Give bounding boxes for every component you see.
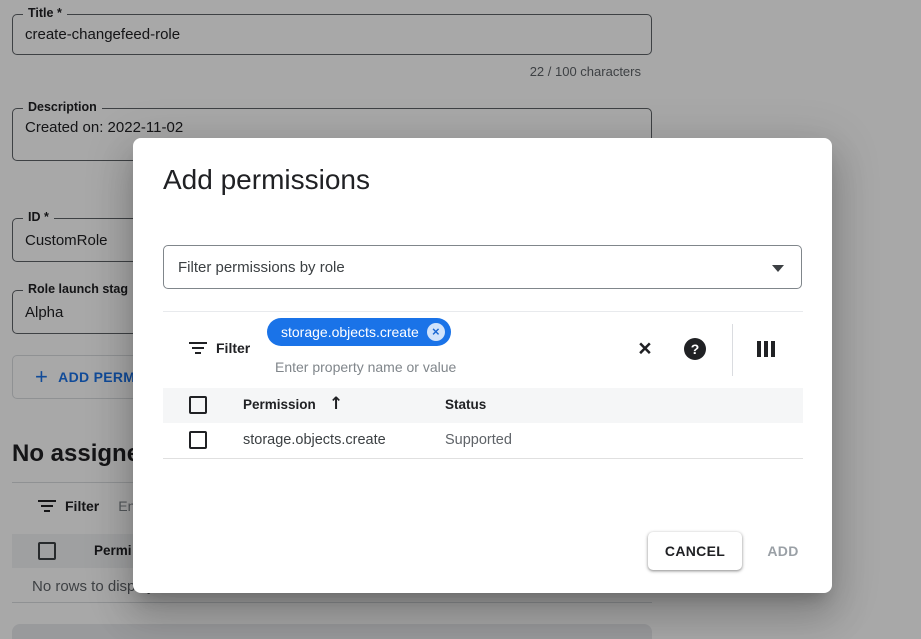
status-cell: Supported [445,432,512,448]
filter-icon [189,341,207,355]
permissions-table-header-row: Permission ↑ Status [163,388,803,423]
permissions-filter-toolbar: Filter storage.objects.create × Enter pr… [163,311,803,388]
permissions-table: Permission ↑ Status storage.objects.crea… [163,388,803,459]
filter-permissions-by-role-select[interactable]: Filter permissions by role [163,245,802,289]
filter-input[interactable]: Enter property name or value [275,359,456,375]
filter-button[interactable]: Filter [189,340,250,356]
permission-column-header[interactable]: Permission [243,397,316,412]
chevron-down-icon [772,265,784,272]
status-column-header[interactable]: Status [445,397,486,412]
dialog-title: Add permissions [163,164,370,196]
add-permissions-dialog: Add permissions Filter permissions by ro… [133,138,832,593]
clear-filters-icon[interactable]: × [631,334,659,362]
row-checkbox[interactable] [189,431,207,449]
help-icon[interactable]: ? [684,338,706,360]
chip-remove-icon[interactable]: × [427,323,445,341]
filter-chip-storage-objects-create[interactable]: storage.objects.create × [267,318,451,346]
permission-cell: storage.objects.create [243,432,386,448]
add-button[interactable]: ADD [759,532,807,570]
column-display-options-icon[interactable] [757,341,775,357]
filter-label: Filter [216,340,250,356]
sort-ascending-icon[interactable]: ↑ [329,394,343,414]
cancel-button[interactable]: CANCEL [648,532,742,570]
table-row: storage.objects.create Supported [163,423,803,459]
toolbar-divider [732,324,733,376]
role-filter-placeholder: Filter permissions by role [178,259,345,276]
filter-chip-label: storage.objects.create [281,324,419,340]
select-all-checkbox[interactable] [189,396,207,414]
